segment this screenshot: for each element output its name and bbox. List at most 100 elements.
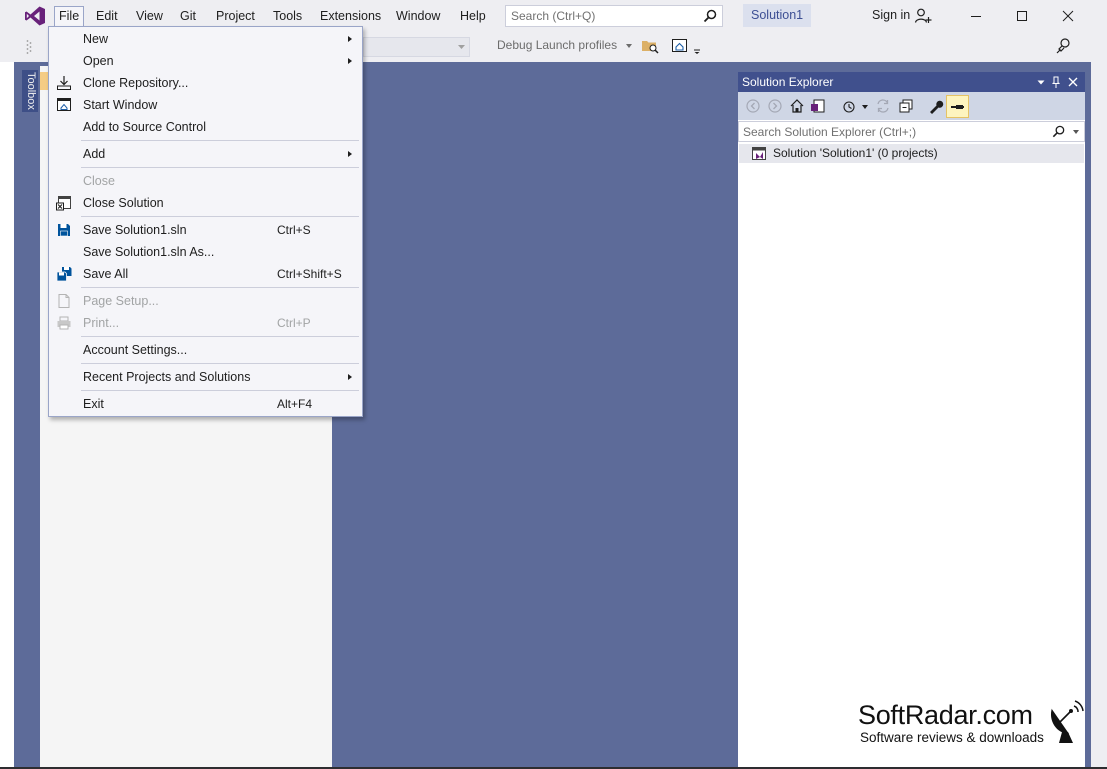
search-options-chevron-icon[interactable] (1073, 130, 1079, 134)
sign-in-link[interactable]: Sign in (872, 8, 910, 22)
submenu-arrow-icon (348, 58, 352, 64)
menu-separator (81, 363, 359, 364)
clone-icon (57, 76, 71, 90)
forward-icon[interactable] (767, 98, 783, 114)
menu-item-shortcut: Ctrl+P (277, 316, 311, 330)
toolbox-header[interactable] (40, 72, 48, 90)
solution-explorer-panel (738, 72, 1085, 769)
menu-item-save-all[interactable]: Save All Ctrl+Shift+S (49, 263, 362, 285)
chevron-down-icon[interactable] (862, 105, 868, 109)
menu-separator (81, 216, 359, 217)
chevron-down-icon (458, 45, 465, 49)
toolbar-grip-icon[interactable] (26, 39, 32, 55)
menu-item-shortcut: Ctrl+S (277, 223, 311, 237)
menu-item-exit[interactable]: Exit Alt+F4 (49, 393, 362, 415)
menu-item-save-as[interactable]: Save Solution1.sln As... (49, 241, 362, 263)
menu-item-add[interactable]: Add (49, 143, 362, 165)
menu-extensions[interactable]: Extensions (316, 6, 385, 26)
submenu-arrow-icon (348, 151, 352, 157)
menu-item-page-setup[interactable]: Page Setup... (49, 290, 362, 312)
pending-changes-filter-icon[interactable] (842, 98, 858, 114)
menu-item-label: Print... (83, 316, 120, 330)
solution-tree-item[interactable]: Solution 'Solution1' (0 projects) (739, 144, 1084, 163)
menu-separator (81, 287, 359, 288)
close-panel-icon[interactable] (1066, 75, 1080, 89)
menu-item-label: Save Solution1.sln (83, 223, 187, 237)
menu-item-save[interactable]: Save Solution1.sln Ctrl+S (49, 219, 362, 241)
menu-item-label: Page Setup... (83, 294, 159, 308)
menu-separator (81, 336, 359, 337)
menu-view[interactable]: View (132, 6, 167, 26)
solution-explorer-search-input[interactable]: Search Solution Explorer (Ctrl+;) (738, 121, 1085, 142)
save-all-icon (56, 267, 72, 282)
menu-window[interactable]: Window (392, 6, 444, 26)
menu-item-close-solution[interactable]: Close Solution (49, 192, 362, 214)
page-setup-icon (58, 294, 70, 308)
home-icon[interactable] (789, 98, 805, 114)
menu-item-shortcut: Ctrl+Shift+S (277, 267, 342, 281)
menu-help[interactable]: Help (456, 6, 490, 26)
menu-item-label: Open (83, 54, 114, 68)
feedback-icon[interactable] (1054, 37, 1072, 55)
menu-item-clone-repository[interactable]: Clone Repository... (49, 72, 362, 94)
add-user-icon[interactable] (914, 7, 932, 25)
menu-tools[interactable]: Tools (269, 6, 306, 26)
file-menu-dropdown: New Open Clone Repository... Start Windo… (48, 26, 363, 417)
menu-edit[interactable]: Edit (92, 6, 122, 26)
collapse-all-icon[interactable] (898, 98, 914, 114)
print-icon (57, 316, 71, 330)
toolbox-tab-label[interactable]: Toolbox (24, 72, 38, 110)
minimize-icon[interactable] (965, 5, 987, 27)
toolbar-overflow-icon[interactable] (692, 42, 702, 54)
menu-separator (81, 167, 359, 168)
menu-item-label: Close (83, 174, 115, 188)
folder-view-icon[interactable] (641, 37, 659, 55)
properties-wrench-icon[interactable] (928, 98, 944, 114)
menu-git[interactable]: Git (176, 6, 200, 26)
debug-launch-profiles-label: Debug Launch profiles (497, 38, 618, 52)
menu-item-open[interactable]: Open (49, 50, 362, 72)
menu-item-add-to-source-control[interactable]: Add to Source Control (49, 116, 362, 138)
solution-explorer-title: Solution Explorer (742, 75, 834, 89)
solution-name-badge[interactable]: Solution1 (743, 4, 812, 27)
menu-item-label: Account Settings... (83, 343, 188, 357)
solution-explorer-header[interactable]: Solution Explorer (738, 72, 1085, 92)
start-window-icon (57, 98, 71, 111)
pin-icon[interactable] (1049, 75, 1063, 89)
close-icon[interactable] (1057, 5, 1079, 27)
menu-item-label: New (83, 32, 109, 46)
close-solution-icon (56, 196, 71, 211)
platform-combo[interactable] (363, 37, 470, 57)
debug-launch-profiles-button[interactable]: Debug Launch profiles (497, 38, 633, 52)
search-input[interactable]: Search (Ctrl+Q) (505, 5, 723, 27)
search-icon (703, 9, 717, 23)
menu-item-label: Start Window (83, 98, 158, 112)
menu-item-recent-projects[interactable]: Recent Projects and Solutions (49, 366, 362, 388)
menu-item-start-window[interactable]: Start Window (49, 94, 362, 116)
menu-item-label: Recent Projects and Solutions (83, 370, 251, 384)
preview-selected-items-button[interactable] (946, 95, 969, 118)
submenu-arrow-icon (348, 36, 352, 42)
menu-project[interactable]: Project (212, 6, 259, 26)
search-icon[interactable] (1051, 124, 1066, 139)
menu-file[interactable]: File (54, 6, 85, 26)
watermark-subtitle: Software reviews & downloads (860, 730, 1044, 745)
refresh-icon[interactable] (875, 98, 891, 114)
start-window-toolbar-icon[interactable] (671, 37, 689, 55)
menu-item-new[interactable]: New (49, 28, 362, 50)
menu-item-close[interactable]: Close (49, 170, 362, 192)
menu-separator (81, 140, 359, 141)
menu-item-label: Clone Repository... (83, 76, 189, 90)
switch-views-icon[interactable] (810, 98, 826, 114)
menu-item-label: Close Solution (83, 196, 164, 210)
visual-studio-logo-icon (25, 6, 45, 26)
solution-explorer-toolbar (738, 92, 1085, 120)
window-position-icon[interactable] (1034, 75, 1048, 89)
menu-item-print[interactable]: Print... Ctrl+P (49, 312, 362, 334)
menu-item-label: Save Solution1.sln As... (83, 245, 215, 259)
submenu-arrow-icon (348, 374, 352, 380)
solution-explorer-search-placeholder: Search Solution Explorer (Ctrl+;) (743, 125, 917, 139)
back-icon[interactable] (745, 98, 761, 114)
maximize-icon[interactable] (1011, 5, 1033, 27)
menu-item-account-settings[interactable]: Account Settings... (49, 339, 362, 361)
